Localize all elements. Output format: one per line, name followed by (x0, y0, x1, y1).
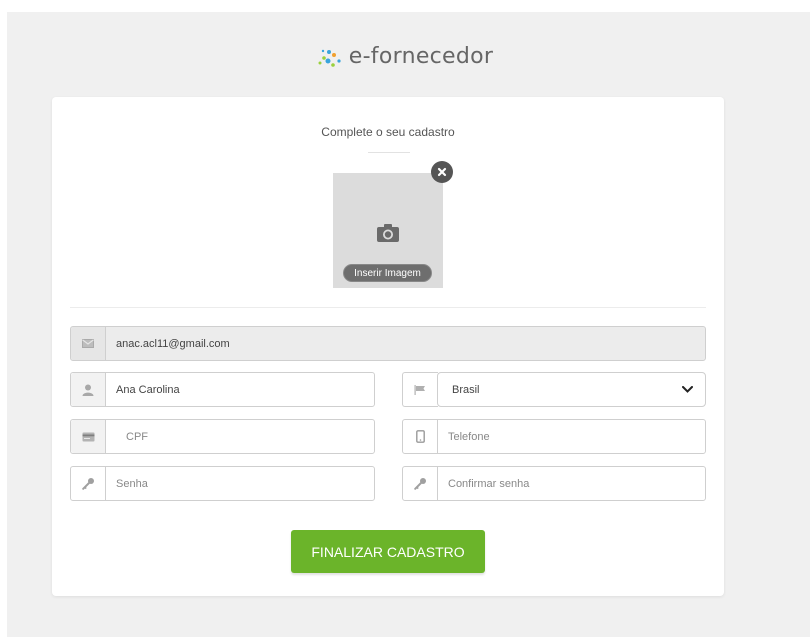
finalize-registration-button[interactable]: FINALIZAR CADASTRO (291, 530, 485, 573)
phone-addon (403, 420, 438, 453)
phone-icon (415, 430, 425, 443)
key-icon (81, 478, 94, 490)
close-icon (437, 167, 447, 177)
email-addon (71, 327, 106, 360)
flag-addon (403, 373, 437, 406)
cpf-field[interactable] (70, 419, 375, 454)
profile-image-upload[interactable]: Inserir Imagem (333, 173, 443, 288)
password-input[interactable] (106, 467, 374, 500)
logo-icon (318, 49, 341, 67)
password-addon (71, 467, 106, 500)
confirm-password-input[interactable] (438, 467, 705, 500)
key-icon (413, 478, 426, 490)
name-field[interactable] (70, 372, 375, 407)
section-divider (70, 307, 706, 308)
chevron-down-icon (682, 386, 693, 393)
name-addon (71, 373, 106, 406)
user-icon (82, 384, 94, 396)
form-title: Complete o seu cadastro (321, 125, 455, 139)
brand-name: e-fornecedor (348, 44, 494, 69)
remove-image-button[interactable] (431, 161, 453, 183)
phone-field[interactable] (402, 419, 706, 454)
password-field[interactable] (70, 466, 375, 501)
insert-image-button[interactable]: Inserir Imagem (343, 264, 432, 282)
email-input[interactable] (106, 327, 705, 360)
name-input[interactable] (106, 373, 374, 406)
brand-logo: e-fornecedor (0, 44, 810, 69)
email-field[interactable] (70, 326, 706, 361)
confirm-password-addon (403, 467, 438, 500)
cpf-addon (71, 420, 106, 453)
phone-input[interactable] (438, 420, 705, 453)
id-card-icon (82, 432, 94, 441)
country-value: Brasil (452, 383, 480, 396)
camera-icon (377, 224, 399, 242)
cpf-input[interactable] (106, 420, 374, 453)
envelope-icon (82, 339, 94, 348)
title-divider (368, 152, 410, 153)
confirm-password-field[interactable] (402, 466, 706, 501)
country-addon (402, 372, 438, 407)
registration-card: Complete o seu cadastro Inserir Imagem a… (52, 97, 724, 596)
flag-icon (414, 384, 425, 395)
country-select[interactable]: Brasil (437, 372, 706, 407)
